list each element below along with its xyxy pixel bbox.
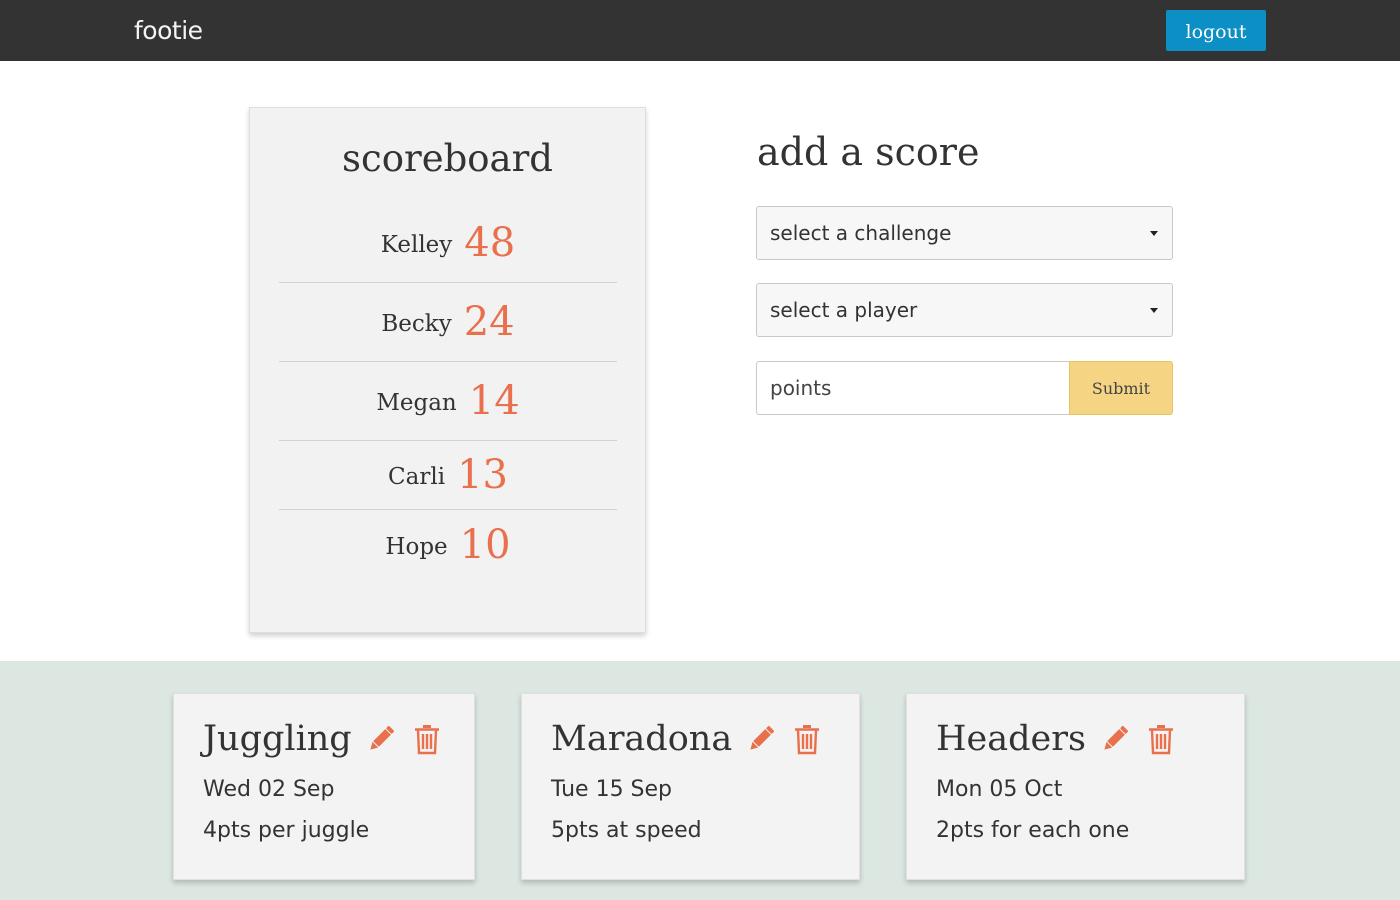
player-points: 13: [457, 452, 508, 498]
caret-down-icon: [1150, 231, 1158, 236]
player-name: Carli: [388, 464, 446, 490]
scoreboard-row: Becky 24: [279, 283, 617, 362]
trash-icon[interactable]: [1144, 722, 1178, 756]
challenge-card: Maradona Tue 15 Sep 5pts at speed: [521, 693, 860, 880]
challenge-description: 4pts per juggle: [203, 818, 370, 843]
challenge-card: Juggling Wed 02 Sep 4pts per juggle: [173, 693, 475, 880]
scoreboard-title: scoreboard: [342, 137, 553, 180]
pencil-icon[interactable]: [744, 722, 778, 756]
top-navbar: footie logout: [0, 0, 1400, 61]
player-points: 10: [459, 522, 511, 568]
challenge-date: Wed 02 Sep: [203, 777, 335, 802]
challenge-card: Headers Mon 05 Oct 2pts for each one: [906, 693, 1245, 880]
challenge-description: 5pts at speed: [551, 818, 702, 843]
points-input[interactable]: [756, 361, 1070, 415]
challenge-select[interactable]: select a challenge: [756, 206, 1173, 260]
challenge-date: Mon 05 Oct: [936, 777, 1063, 802]
challenge-select-value: select a challenge: [770, 221, 952, 245]
scoreboard-row: Kelley 48: [279, 204, 617, 283]
challenge-title: Juggling: [203, 719, 352, 759]
player-points: 24: [463, 299, 515, 345]
scoreboard-list: Kelley 48 Becky 24 Megan 14 Carli 13 Hop…: [279, 204, 617, 580]
challenge-title: Maradona: [551, 719, 733, 759]
logout-button[interactable]: logout: [1166, 10, 1266, 51]
pencil-icon[interactable]: [1098, 722, 1132, 756]
player-points: 48: [464, 220, 516, 266]
player-name: Megan: [376, 390, 457, 416]
trash-icon[interactable]: [410, 722, 444, 756]
pencil-icon[interactable]: [364, 722, 398, 756]
challenge-card-header: Maradona: [551, 719, 824, 759]
player-name: Becky: [381, 311, 452, 337]
brand-logo[interactable]: footie: [134, 16, 203, 45]
scoreboard-row: Hope 10: [279, 510, 617, 580]
trash-icon[interactable]: [790, 722, 824, 756]
player-select[interactable]: select a player: [756, 283, 1173, 337]
scoreboard-panel: scoreboard Kelley 48 Becky 24 Megan 14 C…: [249, 107, 646, 633]
challenge-title: Headers: [936, 719, 1086, 759]
scoreboard-row: Carli 13: [279, 441, 617, 510]
challenge-description: 2pts for each one: [936, 818, 1130, 843]
player-name: Kelley: [380, 232, 453, 258]
player-select-value: select a player: [770, 298, 918, 322]
player-name: Hope: [385, 534, 448, 560]
challenge-card-header: Headers: [936, 719, 1178, 759]
add-score-title: add a score: [757, 130, 980, 174]
challenge-date: Tue 15 Sep: [551, 777, 673, 802]
caret-down-icon: [1150, 308, 1158, 313]
scoreboard-row: Megan 14: [279, 362, 617, 441]
player-points: 14: [468, 378, 520, 424]
submit-button[interactable]: Submit: [1069, 361, 1173, 415]
challenge-card-header: Juggling: [203, 719, 444, 759]
